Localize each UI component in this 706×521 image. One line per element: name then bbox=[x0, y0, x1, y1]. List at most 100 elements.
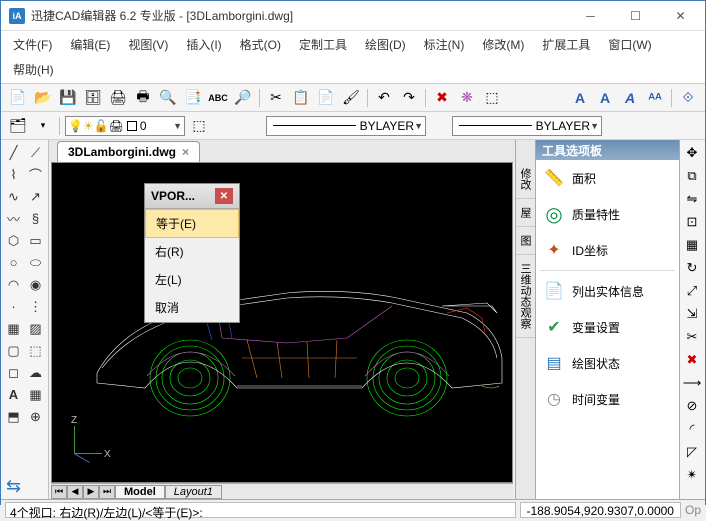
menu-ext-tools[interactable]: 扩展工具 bbox=[534, 33, 598, 56]
explode-icon[interactable]: ❋ bbox=[456, 87, 478, 109]
dim-icon[interactable]: ⟐ bbox=[677, 87, 699, 109]
palette-item-area[interactable]: 📏面积 bbox=[536, 160, 679, 196]
extend-icon[interactable]: ⟶ bbox=[682, 373, 702, 393]
layer-combo[interactable]: 💡☀🔓🖨 0 ▼ bbox=[65, 116, 185, 136]
menu-insert[interactable]: 插入(I) bbox=[178, 33, 229, 56]
preview-icon[interactable]: 🔍 bbox=[157, 87, 179, 109]
menu-modify[interactable]: 修改(M) bbox=[474, 33, 532, 56]
side-tab-draw[interactable]: 图 bbox=[516, 227, 535, 255]
table-icon[interactable]: ▦ bbox=[25, 384, 46, 405]
gradient-icon[interactable]: ▨ bbox=[25, 318, 46, 339]
menu-file[interactable]: 文件(F) bbox=[5, 33, 60, 56]
stretch-icon[interactable]: ⇲ bbox=[682, 304, 702, 324]
polyline-icon[interactable]: ⌇ bbox=[3, 164, 24, 185]
text-a2-icon[interactable]: A bbox=[594, 87, 616, 109]
menu-format[interactable]: 格式(O) bbox=[232, 33, 289, 56]
close-button[interactable]: ✕ bbox=[658, 2, 703, 30]
ray-icon[interactable]: ↗ bbox=[25, 186, 46, 207]
lineweight-combo[interactable]: BYLAYER ▼ bbox=[452, 116, 602, 136]
popup-item-left[interactable]: 左(L) bbox=[145, 266, 239, 294]
rectangle-icon[interactable]: ▭ bbox=[25, 230, 46, 251]
boundary-icon[interactable]: ⬚ bbox=[25, 340, 46, 361]
scale-icon[interactable]: ⤢ bbox=[682, 281, 702, 301]
line-icon[interactable]: ╱ bbox=[3, 142, 24, 163]
layer-manager-icon[interactable]: 🗂 bbox=[7, 115, 29, 137]
mirror-icon[interactable]: ⇋ bbox=[682, 189, 702, 209]
model-tab[interactable]: Model bbox=[115, 485, 165, 499]
copy2-icon[interactable]: ⧉ bbox=[682, 166, 702, 186]
swap-icon[interactable]: ⇆ bbox=[3, 476, 24, 497]
layout-tab[interactable]: Layout1 bbox=[165, 485, 222, 499]
circle-icon[interactable]: ○ bbox=[3, 252, 24, 273]
close-tab-icon[interactable]: × bbox=[182, 145, 189, 159]
tab-next-icon[interactable]: ▶ bbox=[83, 485, 99, 499]
palette-item-list[interactable]: 📄列出实体信息 bbox=[536, 273, 679, 309]
layer-drop-icon[interactable]: ▾ bbox=[32, 115, 54, 137]
publish-icon[interactable]: 📑 bbox=[182, 87, 204, 109]
text-a4-icon[interactable]: ᴬᴬ bbox=[644, 87, 666, 109]
freehand-icon[interactable]: 〰 bbox=[3, 208, 24, 229]
revcloud-icon[interactable]: ☁ bbox=[25, 362, 46, 383]
block-icon[interactable]: ⬒ bbox=[3, 406, 24, 427]
hatch-icon[interactable]: ▦ bbox=[3, 318, 24, 339]
spell-icon[interactable]: ABC bbox=[207, 87, 229, 109]
drawing-canvas[interactable]: Z X VPOR... ✕ 等于(E) 右(R) 左(L) 取消 bbox=[51, 162, 513, 483]
rotate-icon[interactable]: ↻ bbox=[682, 258, 702, 278]
palette-item-id[interactable]: ✦ID坐标 bbox=[536, 232, 679, 268]
popup-item-cancel[interactable]: 取消 bbox=[145, 294, 239, 322]
helix-icon[interactable]: § bbox=[25, 208, 46, 229]
paste-icon[interactable]: 📄 bbox=[315, 87, 337, 109]
minimize-button[interactable]: ─ bbox=[568, 2, 613, 30]
array-icon[interactable]: ▦ bbox=[682, 235, 702, 255]
trim-icon[interactable]: ✂ bbox=[682, 327, 702, 347]
insert-icon[interactable]: ⊕ bbox=[25, 406, 46, 427]
new-icon[interactable]: 📄 bbox=[7, 87, 29, 109]
save-icon[interactable]: 💾 bbox=[57, 87, 79, 109]
menu-edit[interactable]: 编辑(E) bbox=[62, 33, 118, 56]
popup-item-equal[interactable]: 等于(E) bbox=[145, 209, 239, 238]
print-icon[interactable]: 🖨 bbox=[107, 87, 129, 109]
menu-draw[interactable]: 绘图(D) bbox=[357, 33, 414, 56]
region-icon[interactable]: ▢ bbox=[3, 340, 24, 361]
palette-item-sysvar[interactable]: ✔变量设置 bbox=[536, 309, 679, 345]
point-icon[interactable]: · bbox=[3, 296, 24, 317]
undo-icon[interactable]: ↶ bbox=[373, 87, 395, 109]
chamfer-icon[interactable]: ◸ bbox=[682, 442, 702, 462]
text-a1-icon[interactable]: A bbox=[569, 87, 591, 109]
menu-view[interactable]: 视图(V) bbox=[120, 33, 176, 56]
ellipse-icon[interactable]: ⬭ bbox=[25, 252, 46, 273]
erase-icon[interactable]: ✖ bbox=[682, 350, 702, 370]
layer-prev-icon[interactable]: ⬚ bbox=[188, 115, 210, 137]
command-line[interactable]: 4个视口: 右边(R)/左边(L)/<等于(E)>: bbox=[5, 502, 516, 518]
matchprop-icon[interactable]: 🖌 bbox=[340, 87, 362, 109]
fillet-icon[interactable]: ◜ bbox=[682, 419, 702, 439]
side-tab-house[interactable]: 屋 bbox=[516, 199, 535, 227]
palette-item-status[interactable]: ▤绘图状态 bbox=[536, 345, 679, 381]
xline-icon[interactable]: ⟋ bbox=[25, 142, 46, 163]
wipeout-icon[interactable]: ◻ bbox=[3, 362, 24, 383]
donut-icon[interactable]: ◉ bbox=[25, 274, 46, 295]
menu-dimension[interactable]: 标注(N) bbox=[416, 33, 473, 56]
tab-first-icon[interactable]: ⏮ bbox=[51, 485, 67, 499]
arc2-icon[interactable]: ◠ bbox=[3, 274, 24, 295]
explode2-icon[interactable]: ✴ bbox=[682, 465, 702, 485]
polygon-icon[interactable]: ⬡ bbox=[3, 230, 24, 251]
menu-help[interactable]: 帮助(H) bbox=[5, 58, 62, 81]
plot-icon[interactable]: 🖶 bbox=[132, 87, 154, 109]
redo-icon[interactable]: ↷ bbox=[398, 87, 420, 109]
offset-icon[interactable]: ⊡ bbox=[682, 212, 702, 232]
group-icon[interactable]: ⬚ bbox=[481, 87, 503, 109]
popup-title[interactable]: VPOR... ✕ bbox=[145, 184, 239, 209]
maximize-button[interactable]: ☐ bbox=[613, 2, 658, 30]
text-a3-icon[interactable]: A bbox=[619, 87, 641, 109]
copy-icon[interactable]: 📋 bbox=[290, 87, 312, 109]
palette-item-massprops[interactable]: ◎质量特性 bbox=[536, 196, 679, 232]
side-tab-modify[interactable]: 修改 bbox=[516, 160, 535, 199]
arc-icon[interactable]: ⌒ bbox=[25, 164, 46, 185]
document-tab[interactable]: 3DLamborgini.dwg × bbox=[57, 141, 200, 162]
tab-last-icon[interactable]: ⏭ bbox=[99, 485, 115, 499]
menu-custom-tools[interactable]: 定制工具 bbox=[291, 33, 355, 56]
spline-icon[interactable]: ∿ bbox=[3, 186, 24, 207]
eraser-icon[interactable]: ✖ bbox=[431, 87, 453, 109]
linetype-combo[interactable]: BYLAYER ▼ bbox=[266, 116, 426, 136]
